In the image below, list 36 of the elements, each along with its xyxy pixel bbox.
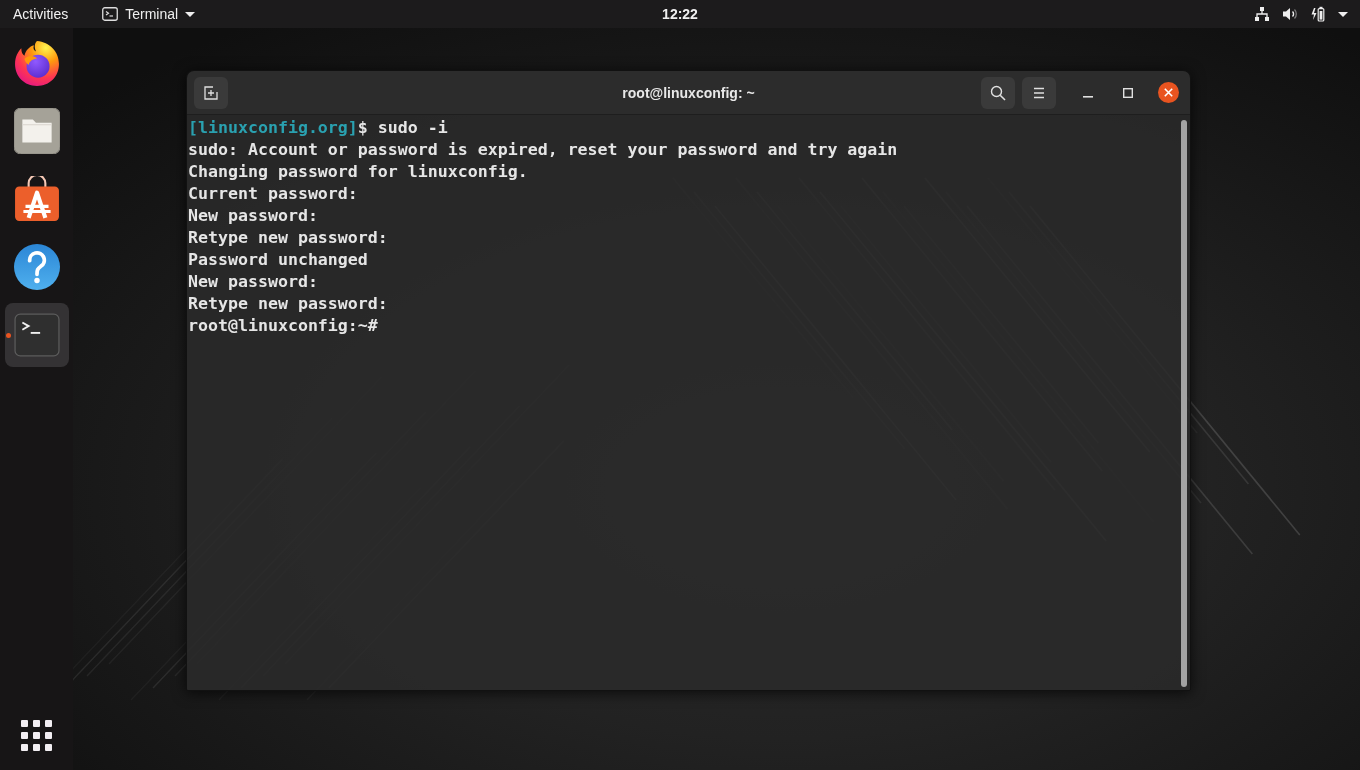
terminal-line: Changing password for linuxconfig. <box>188 161 528 183</box>
browser-icon <box>13 40 60 86</box>
minimize-icon <box>1083 95 1093 98</box>
caret-icon <box>1338 11 1348 17</box>
folder-icon <box>13 108 60 154</box>
terminal-line: New password: <box>188 205 318 227</box>
menu-button[interactable] <box>1022 76 1056 109</box>
terminal-line: sudo: Account or password is expired, reset your password and try again <box>188 139 898 161</box>
scrollbar[interactable] <box>1181 120 1187 687</box>
terminal-line: Retype new password: <box>188 227 388 249</box>
new-tab-icon <box>203 84 219 101</box>
app-grid-icon <box>21 719 52 751</box>
terminal-line: Retype new password: <box>188 293 388 315</box>
battery-icon <box>1310 6 1326 22</box>
search-icon <box>990 84 1006 101</box>
help-icon <box>13 244 60 290</box>
clock[interactable]: 12:22 <box>658 6 702 22</box>
search-button[interactable] <box>981 76 1015 109</box>
app-menu-button[interactable]: Terminal <box>98 0 200 28</box>
close-button[interactable] <box>1156 80 1180 105</box>
activities-button[interactable]: Activities <box>0 0 82 28</box>
terminal-line: Current password: <box>188 183 358 205</box>
window-title: root@linuxconfig: ~ <box>622 84 755 101</box>
caret-icon <box>185 11 196 17</box>
terminal-icon <box>102 7 119 21</box>
terminal-line: root@linuxconfig:~# <box>188 315 378 337</box>
network-icon <box>1254 6 1270 22</box>
terminal-line: New password: <box>188 271 318 293</box>
terminal-icon <box>13 312 60 358</box>
terminal-line: [linuxconfig.org]$ sudo -i <box>188 117 448 139</box>
terminal-line: Password unchanged <box>188 249 368 271</box>
new-tab-button[interactable] <box>194 76 228 109</box>
volume-icon <box>1282 6 1298 22</box>
maximize-icon <box>1123 87 1133 98</box>
close-icon <box>1157 82 1179 103</box>
shopping-bag-icon <box>13 176 60 222</box>
